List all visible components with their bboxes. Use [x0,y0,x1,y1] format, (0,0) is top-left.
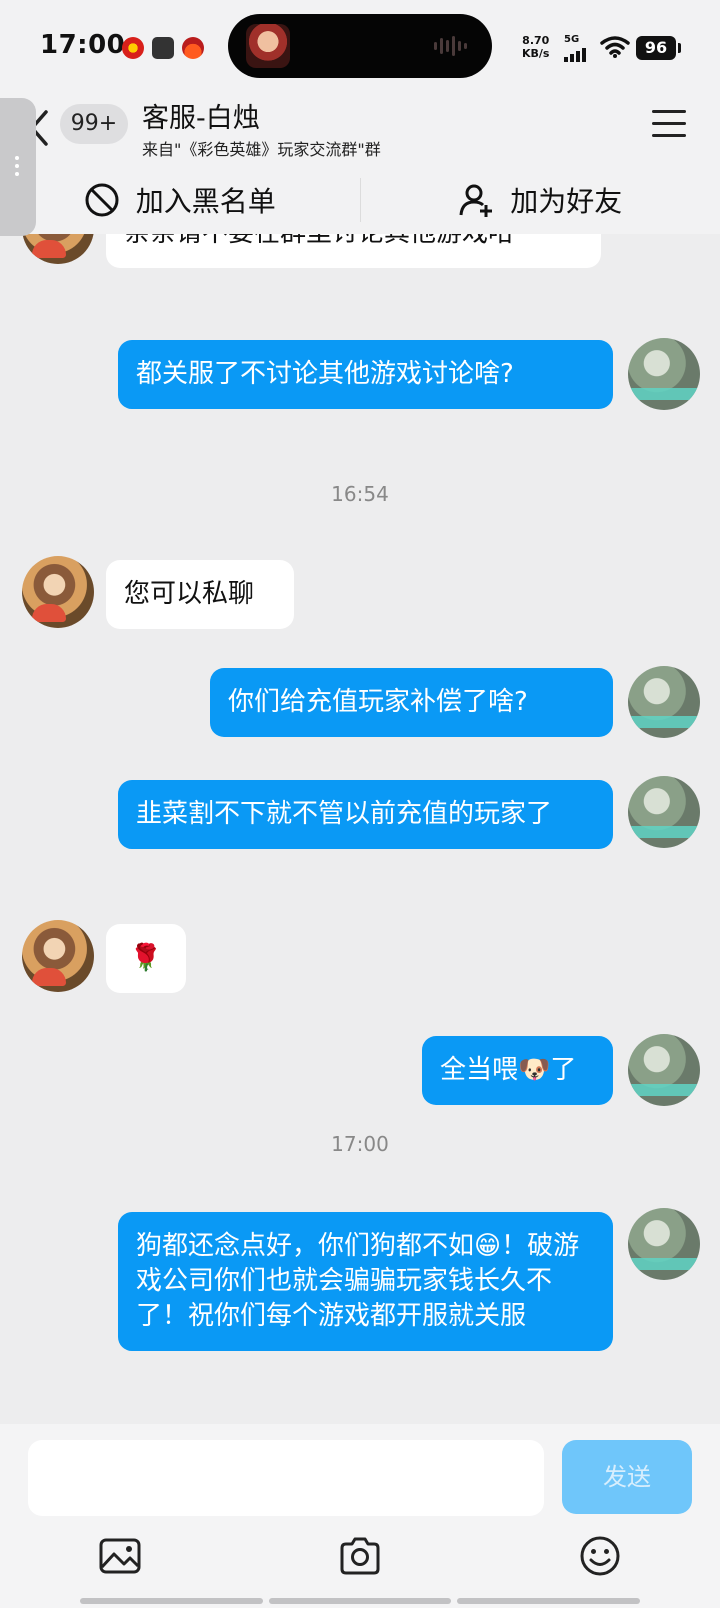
user-avatar[interactable] [628,666,700,738]
image-icon[interactable] [98,1534,142,1578]
add-friend-button[interactable]: 加为好友 [361,166,720,234]
wifi-icon [600,36,630,58]
app-notification-icon [122,37,144,59]
user-avatar[interactable] [628,776,700,848]
status-time: 17:00 [40,30,126,60]
status-bar: 17:00 8.70 KB/s 5G 96 [0,0,720,96]
media-artwork-icon [246,24,290,68]
action-bar: 加入黑名单 加为好友 [0,166,720,234]
timestamp: 16:54 [331,482,389,506]
camera-icon[interactable] [338,1534,382,1578]
outgoing-message[interactable]: 狗都还念点好，你们狗都不如😁！破游戏公司你们也就会骗骗玩家钱长久不了！祝你们每个… [118,1212,613,1351]
emoji-icon[interactable] [578,1534,622,1578]
unread-count-badge[interactable]: 99+ [60,104,128,144]
composer: 发送 [0,1424,720,1608]
network-speed: 8.70 KB/s [522,34,550,60]
incoming-message[interactable]: 亲亲请不要在群里讨论其他游戏哈 [106,234,601,268]
outgoing-message[interactable]: 全当喂🐶了 [422,1036,613,1105]
app-notification-icon [152,37,174,59]
contact-avatar[interactable] [22,556,94,628]
timestamp: 17:00 [331,1132,389,1156]
chat-subtitle: 来自"《彩色英雄》玩家交流群"群 [142,140,381,159]
user-avatar[interactable] [628,1208,700,1280]
user-avatar[interactable] [628,338,700,410]
message-input[interactable] [28,1440,544,1516]
send-button[interactable]: 发送 [562,1440,692,1514]
contact-avatar[interactable] [22,920,94,992]
add-friend-label: 加为好友 [510,185,623,218]
hamburger-icon[interactable] [652,110,686,140]
dynamic-island[interactable] [228,14,492,78]
battery-indicator: 96 [636,36,676,60]
side-drawer-handle[interactable] [0,98,36,236]
more-dots-icon [15,156,20,180]
outgoing-message[interactable]: 你们给充值玩家补偿了啥? [210,668,613,737]
chat-title: 客服-白烛 [142,103,260,134]
audio-wave-icon [434,36,467,56]
gesture-navigation-bar[interactable] [80,1598,641,1604]
incoming-message[interactable]: 🌹 [106,924,186,993]
chat-screen: 17:00 8.70 KB/s 5G 96 99+ 客服-白烛 来自"《彩色英雄… [0,0,720,1608]
incoming-message[interactable]: 您可以私聊 [106,560,294,629]
app-notification-icon [182,37,204,59]
outgoing-message[interactable]: 都关服了不讨论其他游戏讨论啥? [118,340,613,409]
battery-tip [678,43,681,53]
outgoing-message[interactable]: 韭菜割不下就不管以前充值的玩家了 [118,780,613,849]
contact-avatar[interactable] [22,234,94,264]
block-icon [85,183,119,217]
message-list[interactable]: 亲亲请不要在群里讨论其他游戏哈 都关服了不讨论其他游戏讨论啥? 16:54 您可… [0,234,720,1424]
add-user-icon [459,184,493,217]
blacklist-label: 加入黑名单 [135,185,276,218]
user-avatar[interactable] [628,1034,700,1106]
notification-icons [122,37,204,59]
blacklist-button[interactable]: 加入黑名单 [0,166,360,234]
chat-header: 99+ 客服-白烛 来自"《彩色英雄》玩家交流群"群 [0,96,720,166]
